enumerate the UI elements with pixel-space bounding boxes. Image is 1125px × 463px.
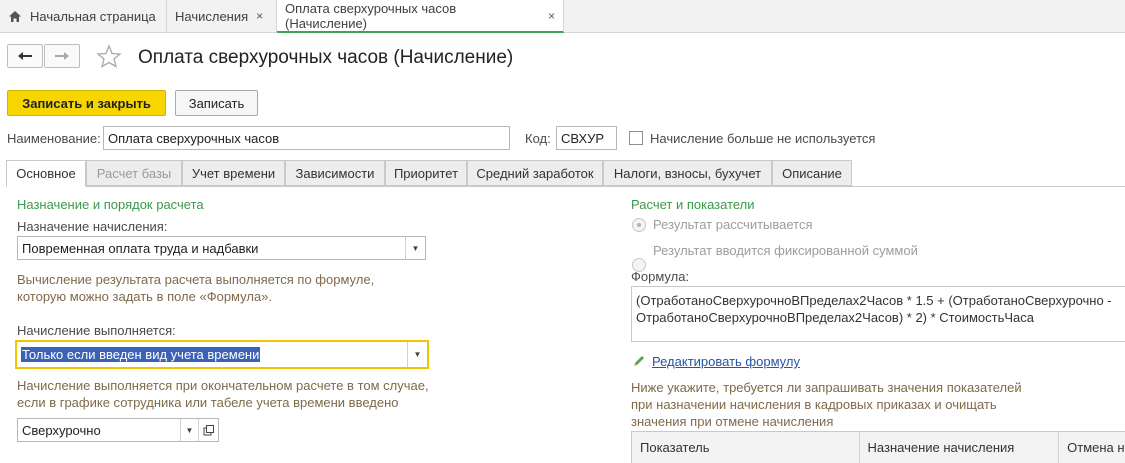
time-kind-value: Сверхурочно xyxy=(22,422,101,438)
tab-taxes[interactable]: Налоги, взносы, бухучет xyxy=(603,160,772,186)
unused-label: Начисление больше не используется xyxy=(650,131,876,146)
formula-field[interactable]: (ОтработаноСверхурочноВПределах2Часов * … xyxy=(631,286,1125,342)
indicators-table-header: Показатель Назначение начисления Отмена … xyxy=(631,431,1125,463)
tab-accruals[interactable]: Начисления × xyxy=(167,0,277,32)
tab-priority[interactable]: Приоритет xyxy=(385,160,467,186)
hint-line: при назначении начисления в кадровых при… xyxy=(631,397,997,412)
tab-accruals-label: Начисления xyxy=(175,8,249,24)
purpose-hint: Вычисление результата расчета выполняетс… xyxy=(17,271,374,305)
tab-dependencies[interactable]: Зависимости xyxy=(285,160,385,186)
tab-main[interactable]: Основное xyxy=(6,160,86,187)
hint-line: Ниже укажите, требуется ли запрашивать з… xyxy=(631,380,1022,395)
exec-value: Только если введен вид учета времени xyxy=(21,347,261,362)
exec-select[interactable]: Только если введен вид учета времени ▼ xyxy=(15,340,429,369)
exec-hint: Начисление выполняется при окончательном… xyxy=(17,377,429,411)
tabs-divider xyxy=(6,186,1125,187)
home-icon xyxy=(9,10,21,22)
hint-line: Вычисление результата расчета выполняетс… xyxy=(17,272,375,287)
pencil-icon xyxy=(632,354,646,371)
hint-line: которую можно задать в поле «Формула». xyxy=(17,289,273,304)
radio-calculated-label: Результат рассчитывается xyxy=(653,217,813,232)
formula-line: ОтработаноСверхурочноВПределах2Часов) * … xyxy=(636,310,1034,325)
open-icon[interactable] xyxy=(198,419,218,441)
tab-time-tracking[interactable]: Учет времени xyxy=(182,160,285,186)
chevron-down-icon[interactable]: ▼ xyxy=(405,237,425,259)
edit-formula-link[interactable]: Редактировать формулу xyxy=(652,354,800,369)
code-input[interactable]: СВХУР xyxy=(556,126,617,150)
close-icon[interactable]: × xyxy=(256,9,263,23)
radio-calculated[interactable] xyxy=(632,218,646,232)
tab-home[interactable]: Начальная страница xyxy=(0,0,167,32)
purpose-label: Назначение начисления: xyxy=(17,219,168,234)
arrow-right-icon xyxy=(55,52,69,60)
tab-base-calc[interactable]: Расчет базы xyxy=(86,160,182,186)
tab-description[interactable]: Описание xyxy=(772,160,852,186)
save-button[interactable]: Записать xyxy=(175,90,258,116)
hint-line: если в графике сотрудника или табеле уче… xyxy=(17,395,399,410)
hint-line: значения при отмене начисления xyxy=(631,414,834,429)
tab-home-label: Начальная страница xyxy=(30,8,156,24)
unused-checkbox[interactable] xyxy=(629,131,643,145)
purpose-value: Повременная оплата труда и надбавки xyxy=(22,240,259,256)
column-header-purpose[interactable]: Назначение начисления xyxy=(860,432,1060,463)
window-tab-bar: Начальная страница Начисления × Оплата с… xyxy=(0,0,1125,33)
code-label: Код: xyxy=(525,131,551,146)
radio-fixed-sum-label: Результат вводится фиксированной суммой xyxy=(653,243,918,258)
column-header-cancel[interactable]: Отмена на xyxy=(1059,432,1125,463)
tab-average-earnings[interactable]: Средний заработок xyxy=(467,160,603,186)
name-input[interactable]: Оплата сверхурочных часов xyxy=(103,126,510,150)
save-and-close-button[interactable]: Записать и закрыть xyxy=(7,90,166,116)
time-kind-select[interactable]: Сверхурочно ▼ xyxy=(17,418,219,442)
hint-line: Начисление выполняется при окончательном… xyxy=(17,378,429,393)
chevron-down-icon[interactable]: ▼ xyxy=(407,342,427,367)
back-button[interactable] xyxy=(7,44,43,68)
formula-line: (ОтработаноСверхурочноВПределах2Часов * … xyxy=(636,293,1112,308)
exec-value-wrap: Только если введен вид учета времени xyxy=(17,347,407,362)
formula-label: Формула: xyxy=(631,269,690,284)
forward-button[interactable] xyxy=(44,44,80,68)
section-title-purpose: Назначение и порядок расчета xyxy=(17,197,204,212)
chevron-down-icon[interactable]: ▼ xyxy=(180,419,198,441)
exec-label: Начисление выполняется: xyxy=(17,323,176,338)
indicators-hint: Ниже укажите, требуется ли запрашивать з… xyxy=(631,379,1022,430)
page-title: Оплата сверхурочных часов (Начисление) xyxy=(138,47,514,68)
favorite-star-icon[interactable] xyxy=(96,44,122,71)
name-label: Наименование: xyxy=(7,131,101,146)
close-icon[interactable]: × xyxy=(548,9,555,23)
purpose-select[interactable]: Повременная оплата труда и надбавки ▼ xyxy=(17,236,426,260)
section-title-calc: Расчет и показатели xyxy=(631,197,755,212)
tab-overtime-pay-label: Оплата сверхурочных часов (Начисление) xyxy=(285,0,457,31)
column-header-indicator[interactable]: Показатель xyxy=(632,432,860,463)
tab-overtime-pay[interactable]: Оплата сверхурочных часов (Начисление) × xyxy=(277,0,564,33)
arrow-left-icon xyxy=(18,52,32,60)
